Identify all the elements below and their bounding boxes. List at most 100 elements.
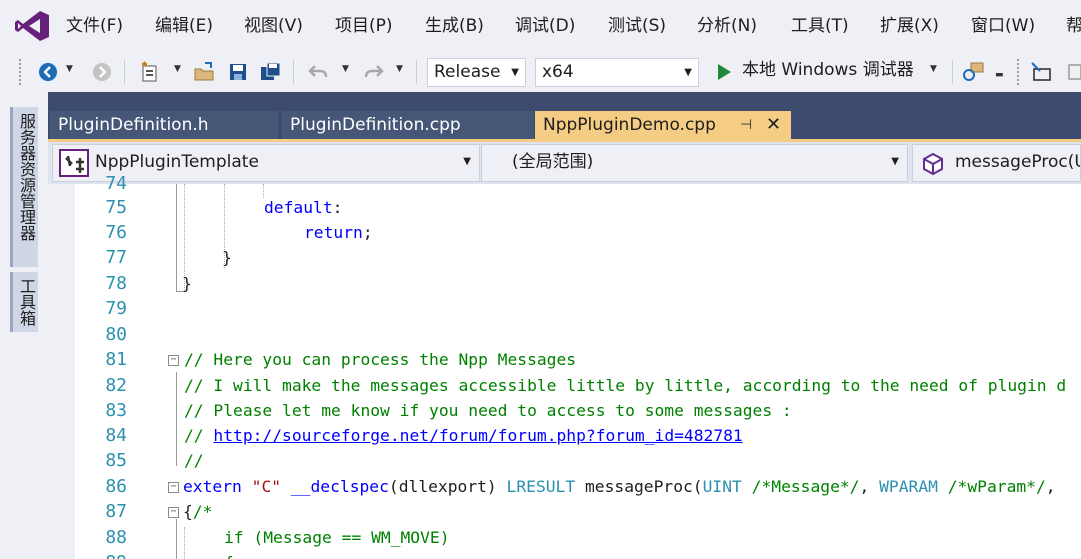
code-token: (dllexport) — [388, 477, 497, 496]
code-token: , — [859, 477, 870, 496]
code-line-76: return; — [304, 221, 373, 245]
collapse-toggle-icon[interactable]: − — [168, 355, 179, 366]
server-explorer-tab[interactable]: 服务器资源管理器 — [10, 107, 38, 267]
new-dropdown-icon[interactable]: ▼ — [174, 64, 181, 74]
toolbox-tab[interactable]: 工具箱 — [10, 272, 38, 332]
collapse-toggle-icon[interactable]: − — [168, 482, 179, 493]
line-number: 81 — [105, 349, 127, 370]
menu-view[interactable]: 视图(V) — [244, 14, 303, 38]
code-token: UINT — [702, 477, 742, 496]
save-all-icon[interactable] — [259, 59, 283, 85]
chevron-down-icon: ▼ — [684, 67, 692, 78]
toolbar-separator — [124, 60, 125, 84]
line-number: 87 — [105, 501, 127, 522]
code-token: (Message == — [253, 528, 372, 547]
close-tab-icon[interactable]: ✕ — [766, 111, 781, 139]
code-token: /* — [192, 502, 213, 521]
line-number: 85 — [105, 450, 127, 471]
code-token: ; — [362, 223, 373, 242]
side-tool-strip: 服务器资源管理器 工具箱 — [0, 92, 48, 559]
code-line-78: } — [182, 272, 192, 296]
line-number: 83 — [105, 400, 127, 421]
fold-region-line — [176, 184, 177, 292]
toolbar-grip[interactable] — [1016, 58, 1020, 86]
open-file-icon[interactable] — [192, 59, 216, 85]
code-line-87: {/* — [183, 500, 212, 524]
line-number: 84 — [105, 425, 127, 446]
solution-platform-dropdown[interactable]: x64 ▼ — [535, 58, 699, 87]
step-into-icon[interactable] — [1030, 59, 1054, 85]
debug-target-dropdown-icon[interactable]: ▼ — [930, 64, 937, 74]
menu-extensions[interactable]: 扩展(X) — [880, 14, 939, 38]
code-token: if — [224, 528, 244, 547]
tab-plugin-definition-cpp[interactable]: PluginDefinition.cpp — [282, 111, 534, 139]
navigate-forward-icon[interactable] — [90, 59, 114, 85]
code-token: WPARAM — [879, 477, 938, 496]
code-token: extern — [183, 477, 242, 496]
navigate-back-icon[interactable] — [36, 59, 60, 85]
member-dropdown[interactable]: messageProc(U — [912, 144, 1081, 182]
menu-window[interactable]: 窗口(W) — [971, 14, 1035, 38]
menu-debug[interactable]: 调试(D) — [515, 14, 575, 38]
menu-analyze[interactable]: 分析(N) — [697, 14, 757, 38]
menu-file[interactable]: 文件(F) — [66, 14, 123, 38]
redo-dropdown-icon[interactable]: ▼ — [396, 64, 403, 74]
line-number: 74 — [105, 173, 127, 194]
back-dropdown-icon[interactable]: ▼ — [66, 64, 73, 74]
save-icon[interactable] — [226, 59, 250, 85]
redo-icon[interactable] — [362, 59, 386, 85]
fold-region-line — [176, 519, 177, 559]
undo-icon[interactable] — [306, 59, 330, 85]
tab-npp-plugin-demo-cpp[interactable]: NppPluginDemo.cpp ⊣ ✕ — [535, 111, 791, 139]
platform-value: x64 — [542, 62, 574, 82]
tab-plugin-definition-h[interactable]: PluginDefinition.h — [50, 111, 278, 139]
undo-dropdown-icon[interactable]: ▼ — [342, 64, 349, 74]
line-number: 79 — [105, 298, 127, 319]
code-token: /*Message*/ — [751, 477, 860, 496]
code-token: messageProc( — [584, 477, 703, 496]
menu-edit[interactable]: 编辑(E) — [155, 14, 213, 38]
line-number: 77 — [105, 247, 127, 268]
code-line-77: } — [222, 246, 232, 270]
line-number: 86 — [105, 476, 127, 497]
editor-indicator-margin — [48, 184, 75, 559]
menu-build[interactable]: 生成(B) — [425, 14, 484, 38]
toolbar-separator — [952, 60, 953, 84]
local-debugger-label[interactable]: 本地 Windows 调试器 — [742, 58, 914, 82]
menu-help[interactable]: 帮 — [1066, 14, 1081, 38]
standard-toolbar: ▼ ▼ ▼ ▼ Release ▼ x64 ▼ ▼ ▬ — [0, 52, 1081, 140]
member-value: messageProc(U — [955, 152, 1081, 172]
start-debugging-play-icon[interactable] — [712, 59, 736, 85]
new-project-icon[interactable] — [138, 59, 162, 85]
server-explorer-label: 服务器资源管理器 — [17, 113, 36, 241]
code-token: /*wParam*/ — [947, 477, 1046, 496]
menu-test[interactable]: 测试(S) — [608, 14, 666, 38]
menu-bar: 文件(F) 编辑(E) 视图(V) 项目(P) 生成(B) 调试(D) 测试(S… — [0, 0, 1081, 52]
code-token: // — [184, 426, 214, 445]
solution-configuration-dropdown[interactable]: Release ▼ — [427, 58, 526, 87]
link-dropdown-icon[interactable]: ▬ — [995, 70, 1004, 80]
line-number: 88 — [105, 527, 127, 548]
menu-tools[interactable]: 工具(T) — [791, 14, 849, 38]
code-token: LRESULT — [506, 477, 576, 496]
menu-project[interactable]: 项目(P) — [335, 14, 393, 38]
code-token: default — [264, 198, 333, 217]
code-line-82: // I will make the messages accessible l… — [184, 376, 1067, 395]
toolbar-grip[interactable] — [18, 58, 22, 86]
browser-link-icon[interactable] — [962, 59, 986, 85]
toolbar-separator — [416, 60, 417, 84]
scope-dropdown[interactable]: (全局范围) ▼ — [481, 144, 908, 182]
forum-link[interactable]: http://sourceforge.net/forum/forum.php?f… — [213, 426, 742, 445]
collapse-toggle-icon[interactable]: − — [168, 507, 179, 518]
code-line-88: if (Message == WM_MOVE) — [224, 526, 450, 550]
toolbar-separator — [293, 60, 294, 84]
line-number: 80 — [105, 324, 127, 345]
code-line-86: extern "C" __declspec(dllexport) LRESULT… — [183, 475, 1056, 499]
toolbox-label: 工具箱 — [17, 278, 36, 326]
fold-region-line — [176, 372, 177, 466]
toolbar-overflow-icon[interactable] — [1062, 59, 1081, 85]
chevron-down-icon: ▼ — [891, 156, 899, 167]
code-line-83: // Please let me know if you need to acc… — [184, 401, 792, 420]
pin-tab-icon[interactable]: ⊣ — [740, 111, 752, 139]
